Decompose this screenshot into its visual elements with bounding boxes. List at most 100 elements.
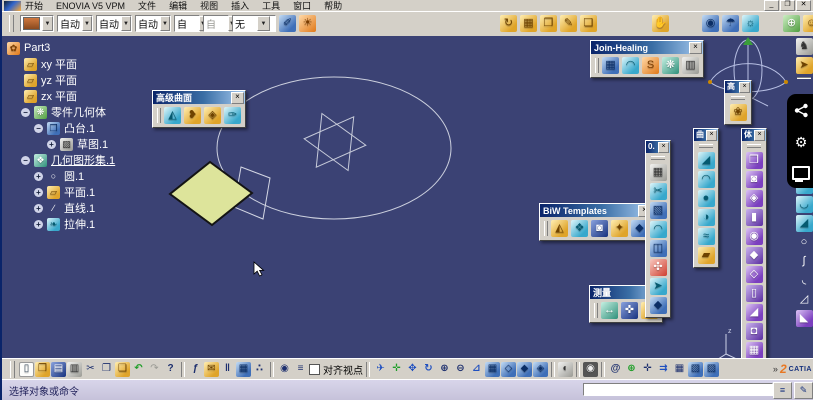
app-icon[interactable] — [4, 1, 21, 11]
close-icon[interactable]: ✕ — [796, 0, 811, 11]
wrap-surface-icon[interactable]: ◈ — [204, 107, 221, 124]
color-wizard-icon[interactable]: ☀ — [299, 15, 316, 32]
toolbar-titlebar[interactable]: 体 × — [742, 129, 766, 141]
chevron-down-icon[interactable]: ▼ — [82, 16, 92, 31]
healing-icon[interactable]: ◠ — [622, 57, 639, 74]
sew-surface-icon[interactable]: ◈ — [745, 190, 763, 207]
copy-icon[interactable]: ❐ — [99, 362, 114, 377]
graphic-property-dropdown[interactable]: 自动 ▼ — [96, 15, 132, 32]
extrude-surface-icon[interactable]: ◢ — [697, 152, 715, 169]
hand-grab-icon[interactable]: ✋ — [652, 15, 669, 32]
measure-between-icon[interactable]: ↔ — [601, 302, 618, 319]
toolbar-grip[interactable] — [544, 221, 548, 236]
toolbar-grip[interactable] — [595, 58, 599, 73]
shaded-edges-icon[interactable]: ◈ — [533, 361, 548, 377]
scaling-icon[interactable]: ◆ — [649, 297, 667, 314]
parasol-icon[interactable]: ☂ — [722, 15, 739, 32]
translate-icon[interactable]: ➤ — [649, 278, 667, 295]
biw-junction-icon[interactable]: ◭ — [551, 220, 568, 237]
untrim-icon[interactable]: ◫ — [649, 240, 667, 257]
close-icon[interactable]: × — [231, 91, 244, 104]
check-icon[interactable]: ‖ — [220, 362, 235, 377]
menu-item[interactable]: 视图 — [200, 1, 218, 11]
advanced-dress-up-icon[interactable]: ❀ — [729, 104, 747, 121]
graphic-property-dropdown[interactable]: 无 ▼ — [232, 15, 276, 32]
offset-surface-icon[interactable]: ◑ — [697, 209, 715, 226]
volume-shell-icon[interactable]: ▯ — [745, 285, 763, 302]
law-icon[interactable]: ◿ — [796, 291, 813, 308]
toolbar-grip[interactable] — [747, 144, 761, 148]
expand-icon[interactable]: + — [34, 219, 43, 229]
split-icon[interactable]: ✂ — [649, 183, 667, 200]
close-icon[interactable]: × — [739, 81, 750, 93]
fill-color-dropdown[interactable]: ▼ — [20, 15, 54, 32]
fit-all-icon[interactable]: ✛ — [389, 362, 404, 377]
hide-show-icon[interactable]: ◐ — [558, 361, 573, 377]
thick-surface-icon[interactable]: ❒ — [745, 152, 763, 169]
collapse-icon[interactable]: − — [21, 155, 30, 165]
tree-item[interactable]: + ▱ 平面.1 — [4, 184, 116, 200]
tree-item[interactable]: + ○ 圆.1 — [4, 168, 116, 184]
toolbar-titlebar[interactable]: Join-Healing × — [591, 41, 703, 54]
toolbar-titlebar[interactable]: 高 × — [725, 81, 751, 93]
sphere-surface-icon[interactable]: ● — [697, 190, 715, 207]
close-icon[interactable]: × — [754, 129, 765, 141]
work-grid-icon[interactable]: ▦ — [520, 15, 537, 32]
circle-curve[interactable] — [216, 76, 452, 220]
menu-item[interactable]: 插入 — [231, 1, 249, 11]
spheres-icon[interactable]: ◉ — [702, 15, 719, 32]
expand-icon[interactable]: + — [34, 203, 43, 213]
rotate-icon[interactable]: ↻ — [421, 362, 436, 377]
volume-draft-icon[interactable]: ◢ — [745, 304, 763, 321]
redo-icon[interactable]: ↷ — [147, 362, 162, 377]
disassemble-icon[interactable]: ▦ — [649, 164, 667, 181]
toolbar-grip[interactable] — [10, 360, 15, 378]
display-monitor-icon[interactable] — [792, 165, 810, 182]
near-icon[interactable]: ✣ — [649, 259, 667, 276]
wrap-curve-icon[interactable]: ❥ — [184, 107, 201, 124]
shape-morphing-icon[interactable]: ✑ — [224, 107, 241, 124]
chevron-down-icon[interactable]: ▼ — [257, 16, 270, 31]
design-table-icon[interactable]: ▦ — [236, 361, 251, 377]
render-tools-icon[interactable]: ♞ — [795, 38, 813, 55]
menu-item[interactable]: 文件 — [138, 1, 156, 11]
web-browser-icon[interactable]: ⊕ — [624, 362, 639, 377]
axis-system-icon[interactable]: ✛ — [640, 362, 655, 377]
chevron-down-icon[interactable]: ▼ — [121, 16, 131, 31]
chevron-down-icon[interactable]: ▼ — [41, 16, 53, 31]
render-mode-icon[interactable]: ≡ — [293, 362, 308, 377]
zoom-out-icon[interactable]: ⊖ — [453, 362, 468, 377]
catalog-icon[interactable]: ❒ — [540, 15, 557, 32]
volume-boolean-icon[interactable]: ◘ — [745, 323, 763, 340]
knowledge-tip-icon[interactable]: ✎ — [794, 382, 813, 399]
sweep-surface-icon[interactable]: ≈ — [697, 228, 715, 245]
disassemble-icon[interactable]: ▥ — [682, 57, 699, 74]
tree-item[interactable]: ▱ zx 平面 — [4, 88, 116, 104]
biw-mastic-icon[interactable]: ✦ — [611, 220, 628, 237]
power-input-field[interactable] — [583, 383, 773, 396]
collapse-icon[interactable]: − — [21, 107, 30, 117]
grid-icon[interactable]: ▦ — [672, 362, 687, 377]
toolbar-titlebar[interactable]: 高级曲面 × — [153, 91, 245, 104]
volume-extrude-icon[interactable]: ▮ — [745, 209, 763, 226]
join-icon[interactable]: ▦ — [602, 57, 619, 74]
corner-icon[interactable]: ◟ — [796, 272, 813, 289]
biw-flange-icon[interactable]: ❖ — [571, 220, 588, 237]
chevron-down-icon[interactable]: ▼ — [160, 16, 170, 31]
toolbar-overflow-chevron[interactable]: » — [773, 364, 778, 374]
fly-icon[interactable]: ✈ — [373, 362, 388, 377]
open-folder-icon[interactable]: ❒ — [35, 361, 50, 377]
volume-pattern-icon[interactable]: ▦ — [745, 342, 763, 358]
multi-view-icon[interactable]: ▦ — [485, 361, 500, 377]
iso-view-icon[interactable]: ◇ — [501, 361, 516, 377]
extruded-surface[interactable] — [168, 160, 254, 227]
pan-icon[interactable]: ✥ — [405, 362, 420, 377]
formula-icon[interactable]: ƒ — [188, 362, 203, 377]
volume-sweep-icon[interactable]: ◆ — [745, 247, 763, 264]
shaded-view-icon[interactable]: ◆ — [517, 361, 532, 377]
side-view-icon[interactable]: ▨ — [704, 361, 719, 377]
measure-item-icon[interactable]: ✜ — [621, 302, 638, 319]
hexagram-sketch[interactable] — [301, 112, 368, 172]
normal-view-icon[interactable]: ⊿ — [469, 362, 484, 377]
menu-item[interactable]: 编辑 — [169, 1, 187, 11]
